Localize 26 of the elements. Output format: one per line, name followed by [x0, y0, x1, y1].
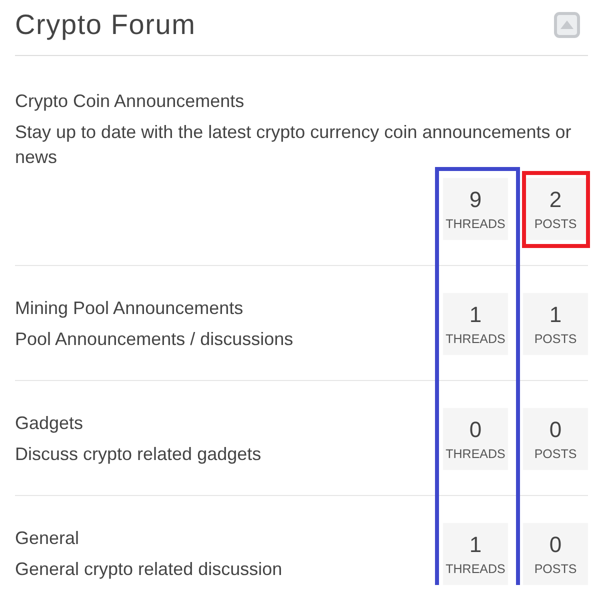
stat-label: THREADS [446, 331, 506, 347]
stat-label: THREADS [446, 561, 506, 577]
forum-title[interactable]: General [15, 526, 443, 551]
stat-count: 1 [469, 532, 482, 558]
stat-label: THREADS [446, 216, 506, 232]
stat-label: POSTS [534, 216, 577, 232]
forum-description: Pool Announcements / discussions [15, 328, 294, 351]
forum-title[interactable]: Crypto Coin Announcements [15, 89, 588, 114]
forum-description: General crypto related discussion [15, 558, 284, 581]
stat-count: 1 [469, 302, 482, 328]
stat-label: THREADS [446, 446, 506, 462]
stat-count: 9 [469, 187, 482, 213]
stat-count: 0 [549, 417, 562, 443]
stat-count: 1 [549, 302, 562, 328]
stat-label: POSTS [534, 446, 577, 462]
stat-count: 2 [549, 187, 562, 213]
forum-description: Discuss crypto related gadgets [15, 443, 262, 466]
forum-title[interactable]: Gadgets [15, 411, 443, 436]
stat-count: 0 [469, 417, 482, 443]
stat-label: POSTS [534, 561, 577, 577]
forum-description: Stay up to date with the latest crypto currency coin announcements or news [15, 121, 572, 169]
panel-title: Crypto Forum [15, 9, 196, 41]
forum-title[interactable]: Mining Pool Announcements [15, 296, 443, 321]
stat-count: 0 [549, 532, 562, 558]
collapse-icon[interactable] [554, 12, 580, 38]
stat-label: POSTS [534, 331, 577, 347]
